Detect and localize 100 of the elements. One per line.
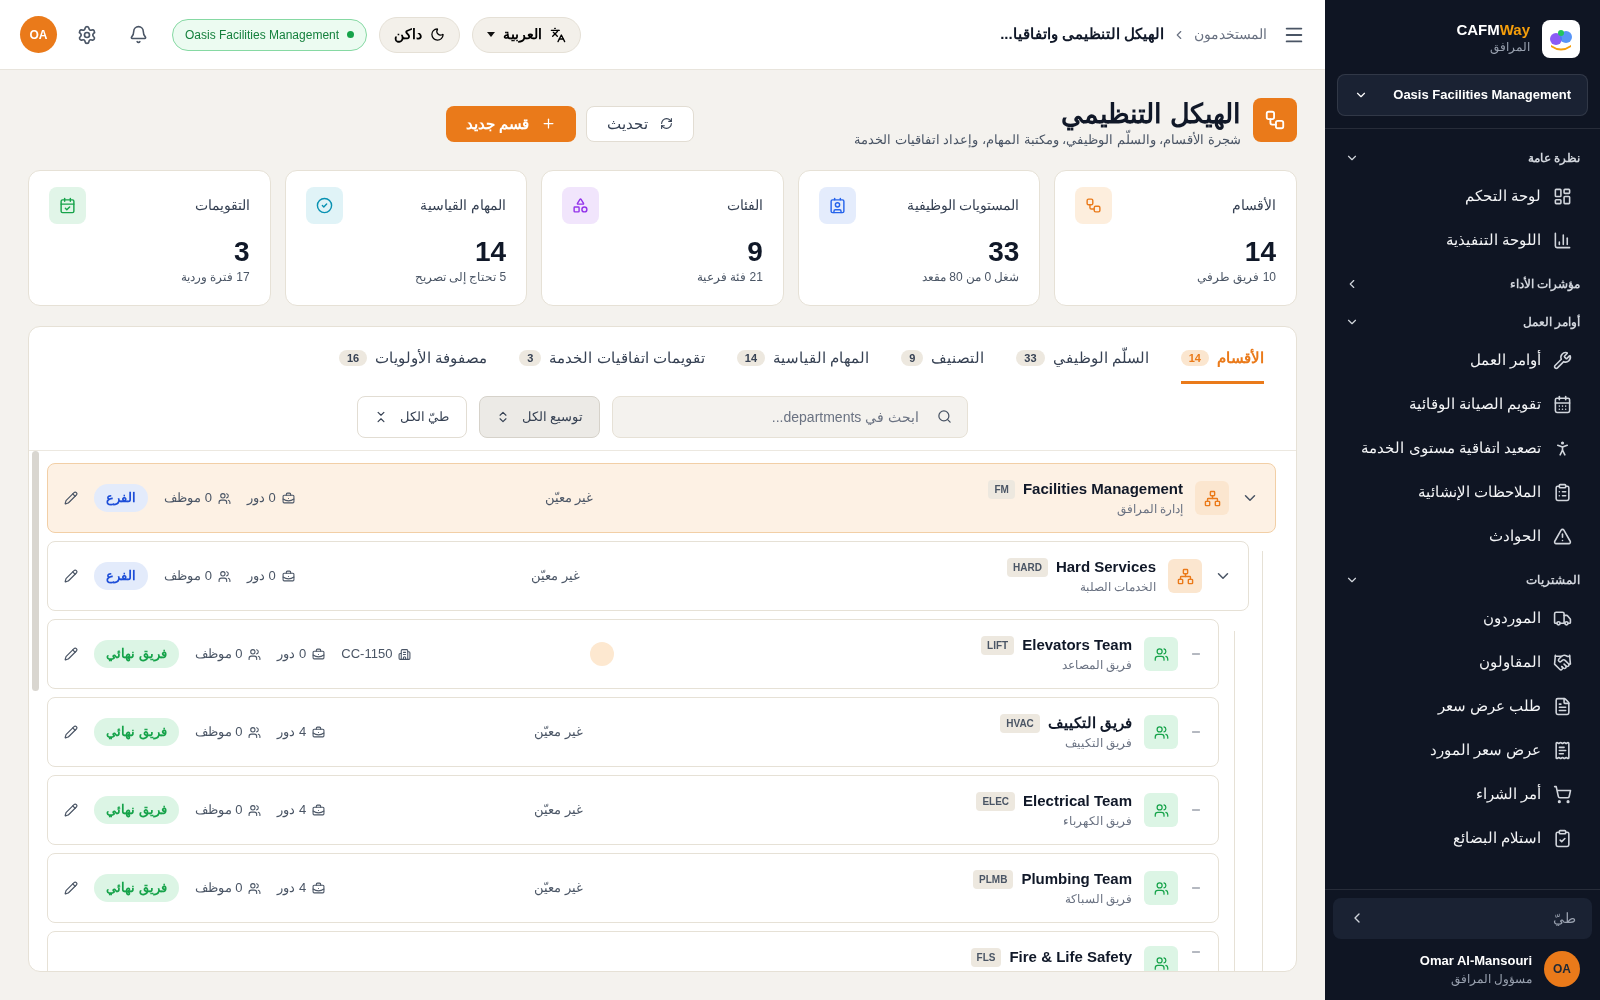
- roles-count: 4 دور: [277, 879, 307, 898]
- roles-count: 4 دور: [277, 801, 307, 820]
- department-subtitle: الخدمات الصلبة: [1078, 579, 1156, 597]
- breadcrumb-link[interactable]: المستخدمون: [1194, 24, 1267, 45]
- stat-label: الفئات: [726, 195, 763, 215]
- team-icon: [1144, 715, 1178, 749]
- notification-icon[interactable]: [129, 25, 148, 44]
- document-icon: [1553, 697, 1572, 716]
- check-circle-icon: [315, 196, 333, 214]
- manager-text: غير معيّن: [534, 879, 583, 898]
- staff-count: 0 موظف: [194, 801, 243, 820]
- edit-icon[interactable]: [64, 881, 78, 895]
- nav-item[interactable]: طلب عرض سعر: [1337, 684, 1588, 729]
- clipboard-icon: [1553, 483, 1572, 502]
- moon-icon: [430, 27, 446, 42]
- roles-count: 0 دور: [246, 489, 276, 508]
- search-icon: [937, 409, 953, 424]
- user-avatar: OA: [1544, 951, 1580, 988]
- stat-caption: 21 فئة فرعية: [695, 268, 763, 286]
- edit-icon[interactable]: [64, 647, 78, 661]
- nav-section-header[interactable]: أوامر العمل: [1337, 304, 1588, 339]
- edit-icon[interactable]: [64, 725, 78, 739]
- stat-caption: 17 فترة وردية: [179, 268, 250, 286]
- warning-icon: [1553, 527, 1572, 546]
- team-icon: [1144, 946, 1178, 971]
- tenant-select[interactable]: Oasis Facilities Management: [1337, 74, 1588, 116]
- team-tag: فريق نهائي: [94, 796, 179, 824]
- bar-chart-icon: [1553, 231, 1572, 250]
- roles-count: 0 دور: [246, 567, 276, 586]
- edit-icon[interactable]: [64, 491, 78, 505]
- cart-icon: [1553, 785, 1572, 804]
- collapse-all-button[interactable]: طيّ الكل: [356, 396, 467, 438]
- staff-count: 0 موظف: [164, 567, 212, 586]
- nav-item[interactable]: اللوحة التنفيذية: [1337, 218, 1588, 263]
- nav-section-header[interactable]: نظرة عامة: [1337, 140, 1588, 175]
- nav-item[interactable]: الحوادث: [1337, 514, 1588, 559]
- handshake-icon: [1553, 653, 1572, 672]
- department-code: FLS: [970, 947, 1002, 967]
- department-name: فريق التكييف: [1047, 712, 1132, 734]
- briefcase-icon: [312, 881, 326, 895]
- building-icon: [398, 647, 412, 661]
- edit-icon[interactable]: [64, 803, 78, 817]
- staff-count: 0 موظف: [194, 723, 243, 742]
- language-select[interactable]: العربية: [472, 16, 582, 53]
- briefcase-icon: [312, 647, 326, 661]
- nav-item[interactable]: الملاحظات الإنشائية: [1337, 470, 1588, 515]
- user-role: مسؤول المرافق: [1449, 971, 1532, 988]
- nav-item[interactable]: الموردون: [1337, 596, 1588, 641]
- refresh-icon: [660, 117, 674, 131]
- team-tag: فريق نهائي: [94, 718, 179, 746]
- department-code: FM: [988, 479, 1015, 499]
- expand-all-button[interactable]: توسيع الكل: [478, 396, 601, 438]
- nav-item[interactable]: أمر الشراء: [1337, 772, 1588, 817]
- roles-count: 0 دور: [277, 645, 307, 664]
- department-code: ELEC: [976, 791, 1016, 811]
- nav-item[interactable]: استلام البضائع: [1337, 816, 1588, 861]
- nav-section-header[interactable]: المشتريات: [1337, 562, 1588, 597]
- nav-item[interactable]: تصعيد اتفاقية مستوى الخدمة: [1337, 426, 1588, 471]
- staff-count: 0 موظف: [164, 489, 212, 508]
- department-subtitle: فريق السباكة: [1063, 891, 1132, 909]
- plus-icon: [541, 116, 557, 132]
- stat-caption: شغل 0 من 80 مقعد: [921, 268, 1020, 286]
- stat-label: التقويمات: [194, 195, 250, 216]
- department-code: HARD: [1007, 557, 1048, 577]
- nav-item[interactable]: عرض سعر المورد: [1337, 728, 1588, 773]
- department-subtitle: فريق الكهرباء: [1061, 813, 1132, 831]
- nav-item[interactable]: تقويم الصيانة الوقائية: [1337, 382, 1588, 427]
- theme-toggle[interactable]: داكن: [379, 16, 461, 53]
- staff-count: 0 موظف: [194, 879, 243, 898]
- team-tag: فريق نهائي: [94, 874, 179, 902]
- stat-value: 14: [474, 235, 507, 268]
- stat-caption: 5 تحتاج إلى تصريح: [413, 268, 507, 286]
- department-name: Electrical Team: [1023, 790, 1132, 811]
- briefcase-icon: [281, 569, 295, 583]
- dropdown-caret-icon: [487, 32, 496, 37]
- settings-icon[interactable]: [77, 24, 97, 45]
- team-tag: فريق نهائي: [94, 640, 179, 668]
- cost-center: CC-1150: [341, 645, 393, 664]
- stat-label: المستويات الوظيفية: [906, 195, 1020, 216]
- collapse-button[interactable]: طيّ: [1333, 897, 1592, 939]
- page-icon: [1253, 98, 1297, 142]
- search-field[interactable]: ابحث في departments...: [612, 396, 969, 438]
- clipboard-check-icon: [1553, 829, 1572, 848]
- nav-item[interactable]: أوامر العمل: [1337, 338, 1588, 383]
- department-subtitle: فريق المصاعد: [1060, 657, 1132, 675]
- nav-item[interactable]: المقاولون: [1337, 640, 1588, 685]
- refresh-button[interactable]: تحديث: [586, 105, 695, 142]
- nav-item[interactable]: لوحة التحكم: [1337, 174, 1588, 219]
- breadcrumb-current: الهيكل التنظيمى واتفاقيا...: [1000, 24, 1164, 45]
- stat-value: 9: [746, 235, 763, 268]
- shapes-icon: [572, 196, 590, 214]
- hierarchy-icon: [1085, 196, 1103, 214]
- grid-icon: [1553, 187, 1572, 206]
- scrollbar[interactable]: [32, 451, 39, 691]
- team-icon: [1144, 793, 1178, 827]
- edit-icon[interactable]: [64, 569, 78, 583]
- nav-section-header[interactable]: مؤشرات الأداء: [1337, 266, 1588, 301]
- team-icon: [1144, 637, 1178, 671]
- briefcase-icon: [281, 491, 295, 505]
- manager-text: غير معيّن: [534, 801, 583, 820]
